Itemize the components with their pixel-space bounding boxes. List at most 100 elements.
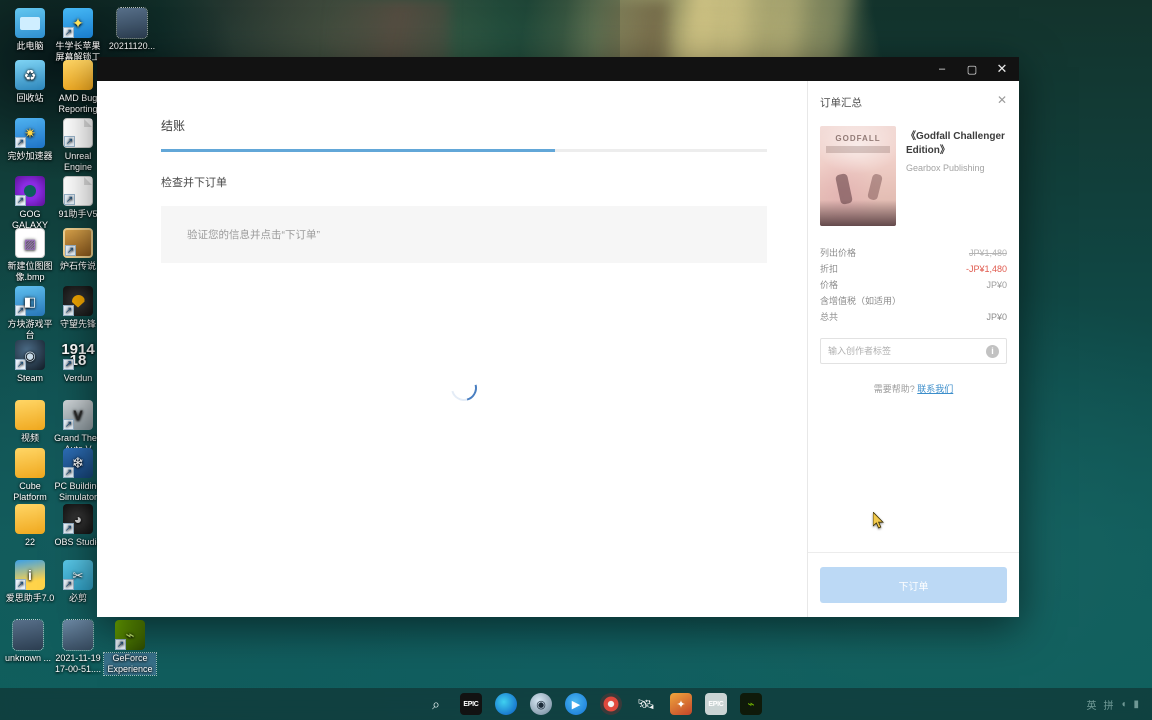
desktop-icon[interactable]: 20211120... [106,7,158,52]
window-titlebar: – ▢ ✕ [97,57,1019,81]
desktop-icon[interactable]: Cube Platform [4,448,56,503]
price-breakdown-table: 列出价格 JP¥1,480 折扣 -JP¥1,480 价格 JP¥0 含增值税（如适用） 总共… [820,244,1007,324]
folder-icon [15,400,45,430]
desktop-icon[interactable]: 22 [4,504,56,548]
desktop-icon[interactable]: ↗ 方块游戏平台 [4,286,56,341]
price-value: JP¥0 [986,279,1007,290]
ime-mode-icon[interactable]: 拼 [1103,697,1113,712]
gta-v-icon: ↗ [63,400,93,430]
product-box-art: GODFALL [820,126,896,226]
loading-spinner-icon [446,370,482,406]
creator-tag-input[interactable] [828,346,986,356]
volume-icon[interactable]: ◖ [1120,699,1126,710]
box-art-title: GODFALL [835,134,881,143]
screenshot-file-icon [62,619,94,651]
gog-galaxy-icon: ↗ [15,176,45,206]
wanmiao-accelerator-icon: ↗ [15,118,45,148]
info-icon[interactable]: i [986,344,999,358]
desktop-icon-label: 方块游戏平台 [7,319,53,340]
order-summary-content: 订单汇总 ✕ GODFALL 《Godfall Challenger Editi… [808,81,1019,552]
desktop-icon[interactable]: ↗ GOG GALAXY [4,176,56,231]
desktop-icon[interactable]: ↗ 爱思助手7.0 [4,560,56,604]
desktop-icon-label: Cube Platform [13,481,47,502]
steam-icon[interactable]: ◉ [530,693,552,715]
shortcut-arrow-icon: ↗ [63,419,74,430]
microsoft-edge-icon[interactable] [495,693,517,715]
shortcut-arrow-icon: ↗ [15,359,26,370]
verify-info-text: 验证您的信息并点击“下订单” [187,229,320,241]
checkout-progress-fill [161,149,555,152]
window-body: 结账 检查并下订单 验证您的信息并点击“下订单” 订单汇总 ✕ GODFALL … [97,81,1019,617]
desktop-icon[interactable]: ↗ GeForce Experience [103,620,157,676]
order-summary-title: 订单汇总 [820,97,862,109]
recorder-icon[interactable] [600,693,622,715]
box-art-subtitle-bar [826,146,890,153]
help-line: 需要帮助? 联系我们 [820,382,1007,395]
desktop-icon-label: 20211120... [108,41,156,51]
desktop-icon[interactable]: 此电脑 [4,8,56,52]
product-title: 《Godfall Challenger Edition》 [906,131,1005,156]
desktop-icon[interactable]: ↗ 完妙加速器 [4,118,56,162]
satellite-icon[interactable]: 🛰 [635,693,657,715]
geforce-experience-icon: ↗ [115,620,145,650]
price-value: -JP¥1,480 [965,263,1007,274]
desktop-icon[interactable]: 视频 [4,400,56,444]
ime-icon[interactable]: 英 [1086,697,1096,712]
shortcut-arrow-icon: ↗ [15,305,26,316]
shortcut-arrow-icon: ↗ [15,195,26,206]
contact-us-link[interactable]: 联系我们 [917,384,953,394]
epic-games-launcher-icon[interactable]: EPIC [460,693,482,715]
aisi-assistant-icon: ↗ [15,560,45,590]
price-label: 价格 [820,279,839,290]
verdun-icon: 1914 18 ↗ [61,341,95,370]
91-assistant-icon: ↗ [63,176,93,206]
desktop-icon-label: 22 [24,537,35,547]
folder-icon [15,504,45,534]
bitmap-file-icon [15,228,45,258]
box-art-figure [867,173,883,201]
start-button[interactable] [390,693,412,715]
price-label: 总共 [820,311,839,322]
desktop-icon-label: 回收站 [16,93,44,103]
price-row: 含增值税（如适用） [820,292,1007,308]
desktop-icon[interactable]: ↗ Steam [4,340,56,384]
window-maximize-button[interactable]: ▢ [957,57,987,81]
desktop-icon[interactable]: 2021-11-19 17-00-51.... [52,619,104,675]
desktop-icon[interactable]: 新建位图图像.bmp [4,228,56,283]
place-order-button[interactable]: 下订单 [820,567,1007,603]
shortcut-arrow-icon: ↗ [115,639,126,650]
shortcut-arrow-icon: ↗ [64,136,75,147]
close-icon[interactable]: ✕ [997,94,1007,106]
creator-tag-field[interactable]: i [820,338,1007,364]
geforce-experience-icon[interactable]: ⌁ [740,693,762,715]
desktop-icon-label: 完妙加速器 [7,151,53,161]
shortcut-arrow-icon: ↗ [63,27,74,38]
desktop-icon-label: 视频 [20,433,39,443]
price-row: 价格 JP¥0 [820,276,1007,292]
niu-unlock-icon: ↗ [63,8,93,38]
window-close-button[interactable]: ✕ [987,57,1017,81]
price-label: 折扣 [820,263,839,274]
desktop-icon-label: 2021-11-19 17-00-51.... [54,653,102,674]
review-order-heading: 检查并下订单 [161,177,227,189]
hearthstone-icon: ↗ [63,228,93,258]
network-icon[interactable]: ▮ [1133,699,1139,710]
window-minimize-button[interactable]: – [927,57,957,81]
verify-info-box: 验证您的信息并点击“下订单” [161,206,767,263]
taskbar-items: ⌕ EPIC ◉ ▶ 🛰 ✦ EPIC ⌁ [390,693,762,715]
shortcut-arrow-icon: ↗ [64,194,75,205]
bilibili-icon[interactable]: ▶ [565,693,587,715]
desktop-icon[interactable]: 回收站 [4,60,56,104]
search-icon[interactable]: ⌕ [425,693,447,715]
price-row: 总共 JP¥0 [820,308,1007,324]
game-icon[interactable]: ✦ [670,693,692,715]
desktop-icon[interactable]: unknown ... [2,619,54,664]
product-info: 《Godfall Challenger Edition》 Gearbox Pub… [906,126,1007,226]
price-value: JP¥0 [986,311,1007,322]
desktop-icon-label: Steam [16,373,43,383]
loading-area [161,263,767,513]
steam-icon: ↗ [15,340,45,370]
epic-games-active-icon[interactable]: EPIC [705,693,727,715]
shortcut-arrow-icon: ↗ [63,523,74,534]
recycle-bin-icon [15,60,45,90]
